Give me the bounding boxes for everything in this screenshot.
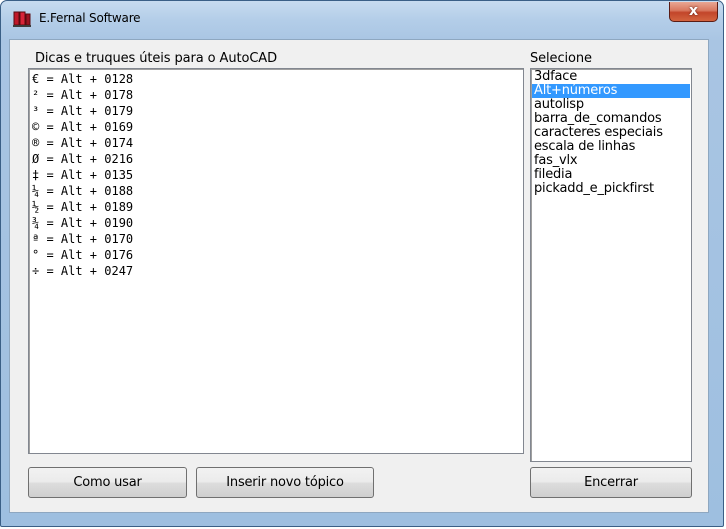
insert-topic-button[interactable]: Inserir novo tópico xyxy=(196,467,374,498)
title-bar[interactable]: E.Fernal Software x xyxy=(1,1,723,31)
list-item[interactable]: 3dface xyxy=(532,70,690,84)
tip-line: ® = Alt + 0174 xyxy=(32,136,134,150)
window-title: E.Fernal Software xyxy=(39,11,141,25)
close-window-button[interactable]: x xyxy=(669,2,718,22)
tip-line: ¾ = Alt + 0190 xyxy=(32,216,134,230)
tip-line: ¼ = Alt + 0188 xyxy=(32,184,134,198)
tip-line: ‡ = Alt + 0135 xyxy=(32,168,134,182)
list-item[interactable]: caracteres especiais xyxy=(532,126,690,140)
tip-line: ÷ = Alt + 0247 xyxy=(32,264,134,278)
topic-list[interactable]: 3dface Alt+números autolisp barra_de_comand… xyxy=(530,68,692,462)
list-item[interactable]: escala de linhas xyxy=(532,140,690,154)
topic-list-label: Selecione xyxy=(530,51,592,66)
close-icon: x xyxy=(688,3,699,19)
tip-line: € = Alt + 0128 xyxy=(32,72,134,86)
list-item[interactable]: pickadd_e_pickfirst xyxy=(532,182,690,196)
how-to-use-button[interactable]: Como usar xyxy=(28,467,187,498)
list-item[interactable]: filedia xyxy=(532,168,690,182)
app-window: E.Fernal Software x Dicas e truques útei… xyxy=(0,0,724,527)
books-icon xyxy=(13,11,31,27)
tip-line: ° = Alt + 0176 xyxy=(32,248,134,262)
tip-line: ³ = Alt + 0179 xyxy=(32,104,134,118)
tip-line: Ø = Alt + 0216 xyxy=(32,152,134,166)
list-item[interactable]: barra_de_comandos xyxy=(532,112,690,126)
tip-line: ª = Alt + 0170 xyxy=(32,232,134,246)
tip-line: ½ = Alt + 0189 xyxy=(32,200,134,214)
client-area: Dicas e truques úteis para o AutoCAD € =… xyxy=(9,39,709,513)
close-button[interactable]: Encerrar xyxy=(530,467,692,498)
tips-panel-label: Dicas e truques úteis para o AutoCAD xyxy=(35,51,278,66)
list-item[interactable]: autolisp xyxy=(532,98,690,112)
list-item[interactable]: Alt+números xyxy=(532,84,690,98)
tip-line: ² = Alt + 0178 xyxy=(32,88,134,102)
list-item[interactable]: fas_vlx xyxy=(532,154,690,168)
tip-line: © = Alt + 0169 xyxy=(32,120,134,134)
tips-text-area[interactable]: € = Alt + 0128 ² = Alt + 0178 ³ = Alt + 01… xyxy=(28,68,524,454)
